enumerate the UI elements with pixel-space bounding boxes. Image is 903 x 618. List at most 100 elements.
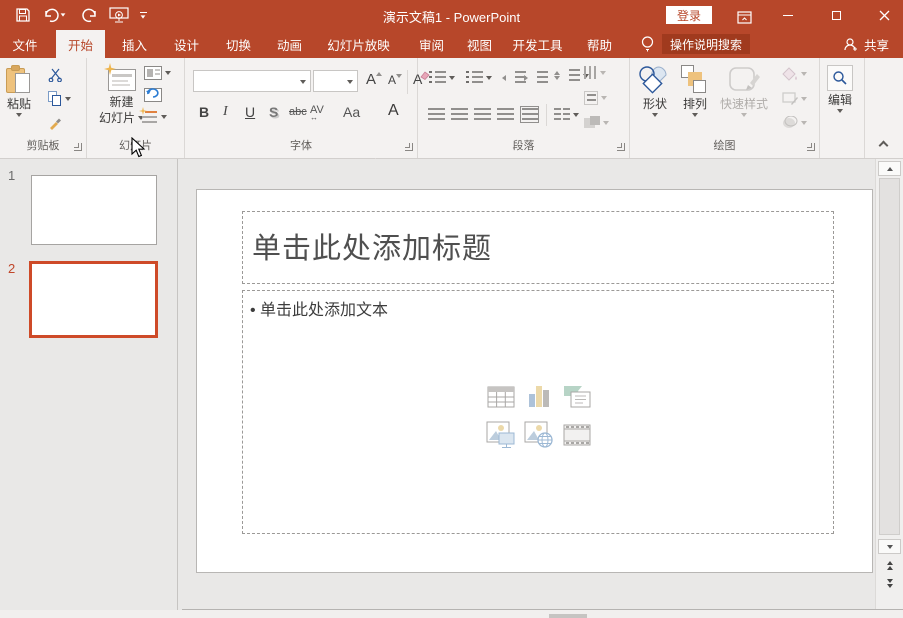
tab-slideshow[interactable]: 幻灯片放映	[314, 30, 403, 58]
group-label-font: 字体	[185, 137, 417, 153]
change-case-button[interactable]: Aa	[343, 104, 360, 120]
format-painter-button[interactable]	[48, 115, 63, 130]
align-text-button[interactable]	[584, 91, 607, 105]
slide-number: 1	[8, 168, 15, 183]
tab-transitions[interactable]: 切换	[214, 30, 263, 58]
slide-canvas[interactable]: 单击此处添加标题 • 单击此处添加文本	[196, 189, 873, 573]
login-button[interactable]: 登录	[666, 6, 712, 24]
tab-insert[interactable]: 插入	[110, 30, 159, 58]
align-center-button[interactable]	[451, 108, 468, 121]
cut-button[interactable]	[48, 68, 63, 82]
title-bar: 演示文稿1 - PowerPoint 登录	[0, 0, 903, 30]
slide-thumbnail-selected[interactable]	[29, 261, 158, 338]
section-dropdown-icon[interactable]	[161, 115, 167, 119]
font-color-button[interactable]: A	[388, 102, 399, 120]
group-drawing: 形状 排列 快速样式	[630, 58, 820, 158]
horizontal-scrollbar-thumb[interactable]	[549, 614, 587, 618]
font-size-combo[interactable]	[313, 70, 358, 92]
shape-effects-button	[782, 116, 807, 129]
dialog-launcher-icon[interactable]	[74, 143, 82, 151]
scroll-down-icon[interactable]	[878, 539, 901, 554]
collapse-ribbon-icon[interactable]	[880, 142, 887, 149]
bold-button[interactable]: B	[199, 104, 209, 120]
dialog-launcher-icon[interactable]	[405, 143, 413, 151]
body-placeholder-text: • 单击此处添加文本	[243, 291, 833, 320]
tab-review[interactable]: 审阅	[407, 30, 456, 58]
columns-button[interactable]	[554, 108, 579, 121]
share-button[interactable]: 共享	[843, 30, 889, 58]
character-spacing-button[interactable]: AV↔	[310, 104, 324, 122]
maximize-button[interactable]	[813, 0, 859, 30]
section-button[interactable]	[142, 110, 167, 124]
reset-slide-button[interactable]	[144, 88, 162, 102]
editing-dropdown-icon[interactable]	[837, 109, 843, 113]
convert-smartart-icon	[584, 116, 600, 129]
arrange-button[interactable]: 排列	[680, 65, 710, 117]
insert-smartart-icon[interactable]	[561, 381, 593, 413]
body-placeholder[interactable]: • 单击此处添加文本	[242, 290, 834, 534]
vertical-scrollbar[interactable]	[875, 159, 903, 618]
next-slide-icon[interactable]	[882, 576, 898, 590]
close-button[interactable]	[861, 0, 903, 30]
paste-button[interactable]: 粘贴	[6, 65, 32, 117]
tab-design[interactable]: 设计	[162, 30, 211, 58]
ribbon-display-options-icon[interactable]	[733, 7, 755, 27]
align-left-button[interactable]	[428, 108, 445, 121]
shape-fill-button	[782, 67, 807, 81]
line-spacing-icon	[563, 69, 580, 82]
editing-button[interactable]: 编辑	[827, 65, 853, 113]
scroll-up-icon[interactable]	[878, 161, 901, 176]
tell-me-search[interactable]: 操作说明搜索	[662, 34, 750, 54]
shrink-font-icon[interactable]: A	[388, 73, 402, 87]
shapes-dropdown-icon[interactable]	[652, 113, 658, 117]
layout-button[interactable]	[144, 66, 171, 80]
section-icon	[142, 110, 158, 124]
layout-dropdown-icon[interactable]	[165, 71, 171, 75]
bullets-button[interactable]	[429, 71, 455, 84]
tab-help[interactable]: 帮助	[575, 30, 624, 58]
scrollbar-thumb[interactable]	[879, 178, 900, 535]
copy-dropdown-icon[interactable]	[65, 97, 71, 101]
align-right-button[interactable]	[474, 108, 491, 121]
italic-button[interactable]: I	[223, 104, 228, 120]
insert-video-icon[interactable]	[561, 419, 593, 451]
shapes-button[interactable]: 形状	[638, 65, 672, 117]
tab-developer[interactable]: 开发工具	[505, 30, 570, 58]
minimize-button[interactable]	[765, 0, 811, 30]
increase-indent-button[interactable]	[524, 71, 548, 84]
shape-fill-icon	[782, 67, 798, 81]
dialog-launcher-icon[interactable]	[617, 143, 625, 151]
quick-styles-button[interactable]: 快速样式	[720, 65, 768, 117]
shape-effects-icon	[782, 116, 798, 129]
dialog-launcher-icon[interactable]	[807, 143, 815, 151]
title-placeholder[interactable]: 单击此处添加标题	[242, 211, 834, 284]
tab-home[interactable]: 开始	[56, 30, 105, 58]
insert-chart-icon[interactable]	[523, 381, 555, 413]
text-shadow-button[interactable]: S	[269, 104, 278, 120]
insert-table-icon[interactable]	[485, 381, 517, 413]
slide-editor: 单击此处添加标题 • 单击此处添加文本	[179, 159, 875, 618]
new-slide-icon	[106, 65, 138, 93]
grow-font-icon[interactable]: A	[366, 71, 382, 88]
insert-online-picture-icon[interactable]	[523, 419, 555, 451]
tab-animations[interactable]: 动画	[265, 30, 314, 58]
paste-dropdown-icon[interactable]	[16, 113, 22, 117]
underline-button[interactable]: U	[245, 104, 255, 120]
slide-thumbnail[interactable]	[31, 175, 157, 245]
text-direction-button[interactable]	[584, 66, 606, 79]
justify-button[interactable]	[497, 108, 514, 121]
decrease-indent-button[interactable]	[502, 71, 526, 84]
font-name-combo[interactable]	[193, 70, 311, 92]
align-right-icon	[474, 108, 491, 121]
strikethrough-button[interactable]: abc	[289, 106, 307, 118]
tab-file[interactable]: 文件	[0, 30, 50, 58]
arrange-dropdown-icon[interactable]	[692, 113, 698, 117]
new-slide-button[interactable]: 新建 幻灯片	[99, 65, 144, 125]
copy-button[interactable]	[48, 91, 71, 106]
previous-slide-icon[interactable]	[882, 558, 898, 572]
distributed-button[interactable]	[520, 106, 539, 123]
insert-picture-icon[interactable]	[485, 419, 517, 451]
convert-smartart-button[interactable]	[584, 116, 609, 129]
numbering-button[interactable]	[466, 71, 492, 84]
tab-view[interactable]: 视图	[455, 30, 504, 58]
